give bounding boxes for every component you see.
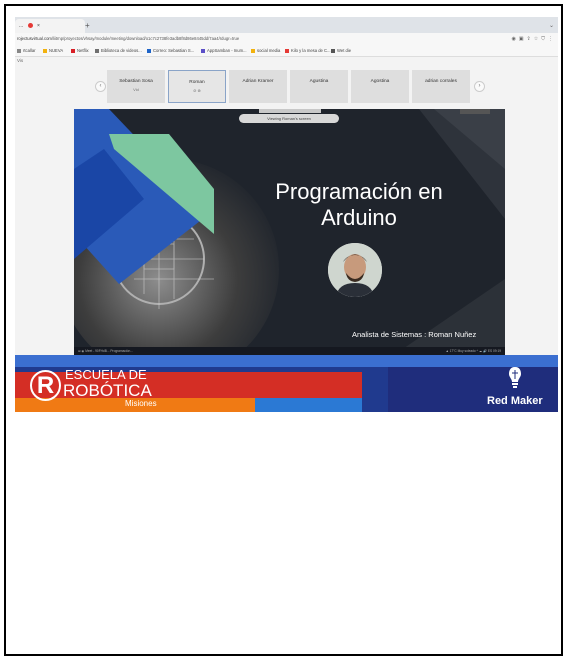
participant-sub: Vid: [133, 87, 139, 92]
recording-icon: [27, 23, 33, 29]
participant-tile[interactable]: Agostina: [351, 70, 409, 103]
tab-close-button[interactable]: ×: [37, 23, 40, 29]
tab-title: ...: [19, 23, 24, 29]
top-stripe: [15, 355, 558, 367]
participants-strip: ‹ Sebastian Sosa Vid Roman ⊘ ⊗ Adrian Kr…: [15, 67, 558, 105]
blue-stripe: [255, 398, 362, 412]
taskbar-apps[interactable]: ⊞ ◉ Meet - 90FHdB... Programación...: [78, 347, 133, 355]
extensions-icon[interactable]: ▣: [519, 36, 527, 42]
presenter-avatar: [328, 243, 382, 297]
slide-title-line2: Arduino: [321, 205, 397, 230]
slide-title-line1: Programación en: [275, 179, 443, 204]
bookmarks-bar: rtcallar NUEVA Netflix Biblioteca de vid…: [15, 45, 558, 57]
url-path: /liitrnp/proyectos/vhsay/module/meeting/…: [51, 36, 240, 41]
window-controls: [460, 109, 490, 114]
next-participants-button[interactable]: ›: [474, 81, 485, 92]
participant-tile[interactable]: adrian corrales: [412, 70, 470, 103]
slide-background: [74, 109, 505, 355]
menu-icon[interactable]: ⋮: [548, 36, 556, 42]
windows-taskbar: ⊞ ◉ Meet - 90FHdB... Programación... ▲ 1…: [74, 347, 505, 355]
prev-participants-button[interactable]: ‹: [95, 81, 106, 92]
participant-name: Adrian Kramer: [242, 79, 274, 84]
participant-status-icons: ⊘ ⊗: [193, 88, 201, 93]
r-logo: R: [30, 370, 61, 401]
participant-name: Agustina: [309, 79, 329, 84]
chevron-down-icon[interactable]: ⌄: [549, 19, 554, 33]
bookmark-item[interactable]: AppSamban - Inum...: [201, 45, 247, 56]
bookmark-item[interactable]: NUEVA: [43, 45, 63, 56]
bookmark-item[interactable]: rtcallar: [17, 45, 36, 56]
misiones-label: Misiones: [125, 399, 157, 408]
participant-name: Sebastian Sosa: [119, 79, 153, 84]
participant-name: adrian corrales: [425, 79, 457, 84]
bookmark-item[interactable]: Biblioteca de videos...: [95, 45, 142, 56]
address-bar[interactable]: rojectusvirtual.com/liitrnp/proyectos/vh…: [15, 33, 558, 45]
participant-tile[interactable]: Sebastian Sosa Vid: [107, 70, 165, 103]
red-maker-label: Red Maker: [487, 395, 543, 407]
robotica-label: ROBÓTICA: [63, 381, 152, 400]
slide-title: Programación en Arduino: [239, 179, 479, 231]
share-icon[interactable]: ⇪: [527, 36, 534, 42]
page-frame: ... × + ⌄ rojectusvirtual.com/liitrnp/pr…: [4, 4, 563, 656]
shared-screen: Viewing Roman's screen Programación en A…: [74, 109, 505, 355]
browser-actions: ◉▣⇪☆⛉⋮: [511, 33, 556, 45]
bookmark-item[interactable]: Correo: Sebastian S...: [147, 45, 194, 56]
bookmark-item[interactable]: Netflix: [71, 45, 89, 56]
lightbulb-icon: [509, 367, 521, 388]
url-host: rojectusvirtual.com: [17, 36, 52, 41]
view-label: Vis: [17, 58, 24, 63]
branding-banner: R ESCUELA DE ROBÓTICA Misiones Red Maker: [15, 355, 558, 412]
browser-tab[interactable]: ... ×: [15, 19, 85, 33]
participant-tile[interactable]: Adrian Kramer: [229, 70, 287, 103]
top-placeholder: [259, 109, 321, 113]
screenshot: ... × + ⌄ rojectusvirtual.com/liitrnp/pr…: [15, 17, 558, 412]
bookmark-item[interactable]: Kilo y la mesa de C...: [285, 45, 331, 56]
participant-tile[interactable]: Agustina: [290, 70, 348, 103]
presenter-caption: Analista de Sistemas : Roman Nuñez: [352, 330, 477, 339]
taskbar-tray[interactable]: ▲ 17°C Muy soleado ^ ☁ 🔊 ES 09:19: [446, 347, 501, 355]
participant-tile-active[interactable]: Roman ⊘ ⊗: [168, 70, 226, 103]
bookmark-item[interactable]: social media: [251, 45, 280, 56]
new-tab-button[interactable]: +: [85, 19, 90, 33]
participant-name: Agostina: [370, 79, 390, 84]
eye-icon[interactable]: ◉: [511, 36, 518, 42]
participant-name: Roman: [189, 80, 205, 85]
bookmark-item[interactable]: Wet die: [331, 45, 351, 56]
shield-icon[interactable]: ⛉: [541, 36, 548, 42]
escuela-label: ESCUELA DE: [65, 367, 147, 382]
url-text[interactable]: rojectusvirtual.com/liitrnp/proyectos/vh…: [17, 33, 239, 45]
viewing-screen-banner: Viewing Roman's screen: [239, 114, 339, 123]
browser-tab-bar: ... × + ⌄: [15, 17, 558, 33]
